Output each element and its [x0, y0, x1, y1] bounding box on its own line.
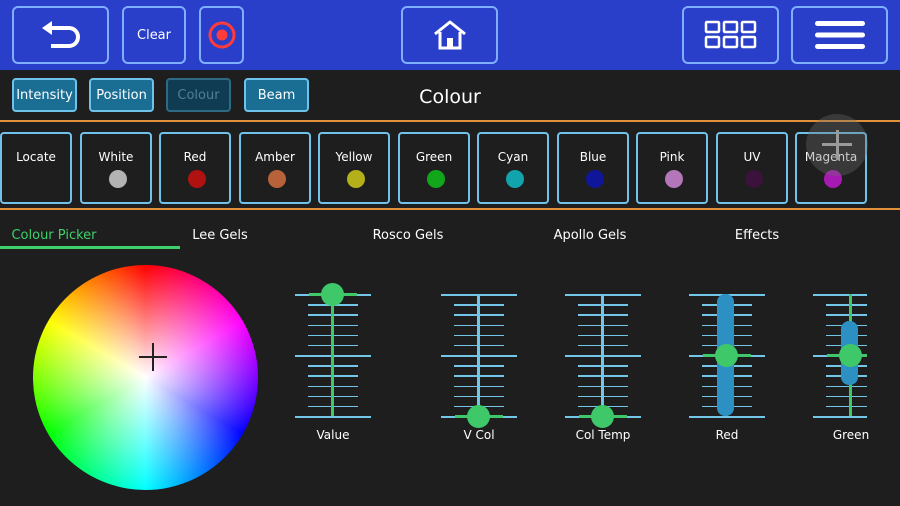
- fader-tick: [689, 416, 765, 418]
- preset-uv[interactable]: UV: [716, 132, 788, 204]
- add-preset-icon[interactable]: [806, 114, 868, 176]
- home-button[interactable]: [401, 6, 498, 64]
- target-button[interactable]: [199, 6, 244, 64]
- menu-button[interactable]: [791, 6, 888, 64]
- fader-tick: [813, 294, 867, 296]
- preset-label: Yellow: [335, 150, 373, 164]
- mode-intensity-button[interactable]: Intensity: [12, 78, 77, 112]
- preset-amber[interactable]: Amber: [239, 132, 311, 204]
- fader-knob[interactable]: [321, 282, 344, 306]
- colour-swatch: [268, 170, 286, 188]
- clear-button[interactable]: Clear: [122, 6, 186, 64]
- fader-track: [477, 294, 480, 416]
- preset-label: Blue: [579, 150, 607, 164]
- preset-white[interactable]: White: [80, 132, 152, 204]
- preset-blue[interactable]: Blue: [557, 132, 629, 204]
- fader-value[interactable]: [293, 282, 373, 424]
- grid-view-button[interactable]: [682, 6, 779, 64]
- preset-cyan[interactable]: Cyan: [477, 132, 549, 204]
- grid-icon: [704, 20, 756, 49]
- colour-swatch: [109, 170, 127, 188]
- fader-label: V Col: [463, 428, 495, 442]
- preset-label: White: [98, 150, 134, 164]
- fader-knob[interactable]: [591, 404, 614, 428]
- tab-colour-picker[interactable]: Colour Picker: [0, 228, 108, 248]
- page-title: Colour: [419, 86, 481, 108]
- colour-swatch: [665, 170, 683, 188]
- tab-effects[interactable]: Effects: [720, 228, 794, 248]
- colour-swatch: [586, 170, 604, 188]
- back-button[interactable]: [12, 6, 109, 64]
- fader-tick: [826, 405, 867, 408]
- undo-arrow-icon: [41, 21, 80, 48]
- preset-yellow[interactable]: Yellow: [318, 132, 390, 204]
- target-icon: [208, 21, 235, 49]
- preset-pink[interactable]: Pink: [636, 132, 708, 204]
- fader-knob[interactable]: [839, 343, 862, 367]
- fader-tick: [826, 314, 867, 316]
- fader-red[interactable]: [687, 284, 767, 424]
- fader-knob[interactable]: [467, 404, 490, 428]
- tab-rosco-gels[interactable]: Rosco Gels: [360, 228, 456, 248]
- preset-label: Red: [183, 150, 207, 164]
- colour-swatch: [188, 170, 206, 188]
- fader-tick: [826, 304, 867, 306]
- preset-label: Cyan: [497, 150, 529, 164]
- preset-label: Locate: [16, 150, 56, 164]
- colour-swatch: [506, 170, 524, 188]
- fader-label: Red: [715, 428, 739, 442]
- fader-knob[interactable]: [715, 343, 738, 367]
- mode-beam-button[interactable]: Beam: [244, 78, 309, 112]
- tab-lee-gels[interactable]: Lee Gels: [180, 228, 260, 248]
- colour-swatch: [347, 170, 365, 188]
- fader-label: Value: [316, 428, 350, 442]
- fader-label: Col Temp: [575, 428, 631, 442]
- top-bar: Clear: [0, 0, 900, 70]
- fader-tick: [813, 416, 867, 418]
- colour-swatch: [745, 170, 763, 188]
- preset-locate[interactable]: Locate: [0, 132, 72, 204]
- colour-wheel[interactable]: [33, 265, 258, 490]
- preset-label: Pink: [659, 150, 685, 164]
- fader-tick: [826, 395, 867, 398]
- fader-label: Green: [832, 428, 870, 442]
- fader-green[interactable]: [811, 284, 867, 424]
- fader-col-temp[interactable]: [563, 284, 643, 428]
- preset-label: Amber: [255, 150, 295, 164]
- wheel-crosshair-icon-v: [152, 343, 154, 371]
- active-tab-underline: [0, 246, 180, 249]
- preset-label: UV: [743, 150, 761, 164]
- divider-top: [0, 120, 900, 122]
- home-icon: [433, 20, 466, 50]
- hamburger-menu-icon: [814, 21, 865, 49]
- fader-tick: [295, 416, 371, 418]
- divider-bottom: [0, 208, 900, 210]
- tab-apollo-gels[interactable]: Apollo Gels: [540, 228, 640, 248]
- fader-track: [331, 294, 334, 416]
- mode-position-button[interactable]: Position: [89, 78, 154, 112]
- colour-swatch: [427, 170, 445, 188]
- fader-v-col[interactable]: [439, 284, 519, 428]
- preset-label: Green: [415, 150, 453, 164]
- preset-green[interactable]: Green: [398, 132, 470, 204]
- preset-red[interactable]: Red: [159, 132, 231, 204]
- mode-colour-button[interactable]: Colour: [166, 78, 231, 112]
- fader-track: [601, 294, 604, 416]
- fader-tick: [826, 385, 867, 387]
